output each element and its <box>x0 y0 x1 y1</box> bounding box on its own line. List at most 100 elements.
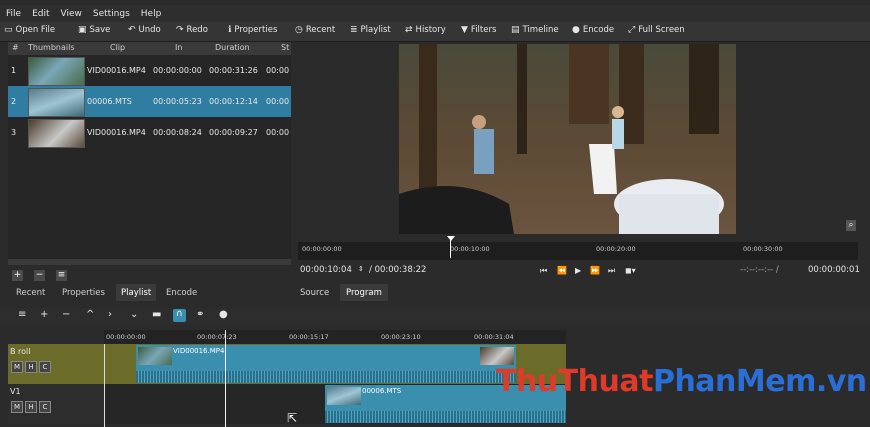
timecode-field[interactable]: 00:00:10:04 <box>300 265 352 275</box>
clip-thumbnail <box>28 88 85 117</box>
timeline-playhead[interactable] <box>225 330 226 427</box>
clip-thumbnail <box>480 347 514 365</box>
playhead-marker-icon <box>447 236 455 241</box>
track-head-b-roll[interactable]: B roll M H C <box>8 344 105 384</box>
col-num[interactable]: # <box>12 43 19 52</box>
tab-program[interactable]: Program <box>346 288 382 298</box>
overwrite-icon[interactable]: › <box>108 309 112 320</box>
save-button[interactable]: ▣ Save <box>78 25 110 35</box>
composite-button[interactable]: C <box>39 401 51 413</box>
clip-start: 00:00 <box>266 97 290 106</box>
hide-button[interactable]: H <box>25 361 37 373</box>
col-in[interactable]: In <box>175 43 182 52</box>
history-button[interactable]: ⇄ History <box>405 25 446 35</box>
tab-playlist[interactable]: Playlist <box>121 288 151 298</box>
menu-edit[interactable]: Edit <box>26 5 54 19</box>
filter-icon: ▼ <box>461 25 468 35</box>
track-name: V1 <box>10 387 21 396</box>
player-ruler[interactable]: 00:00:00:00 00:00:10:00 00:00:20:00 00:0… <box>298 236 858 260</box>
properties-button[interactable]: ℹ Properties <box>228 25 277 35</box>
timeline-menu-icon[interactable]: ≡ <box>18 309 26 320</box>
menu-view[interactable]: View <box>55 5 87 19</box>
timecode-spin-icon[interactable]: ⇕ <box>358 265 364 273</box>
ripple-icon[interactable]: ⚭ <box>196 309 204 320</box>
snap-icon: ∩ <box>176 309 183 319</box>
watermark-part3: .vn <box>815 364 867 399</box>
out-point-field[interactable]: 00:00:00:01 <box>808 265 860 275</box>
hide-button[interactable]: H <box>25 401 37 413</box>
split-icon[interactable]: ⌄ <box>130 309 138 320</box>
table-row[interactable]: 3 VID00016.MP4 00:00:08:24 00:00:09:27 0… <box>8 117 291 148</box>
table-row[interactable]: 1 VID00016.MP4 00:00:00:00 00:00:31:26 0… <box>8 55 291 86</box>
playlist-button[interactable]: ≣ Playlist <box>350 25 391 35</box>
tab-recent[interactable]: Recent <box>16 288 45 298</box>
rewind-icon[interactable]: ⏪ <box>557 266 567 275</box>
menu-help[interactable]: Help <box>135 5 167 19</box>
zoom-button[interactable]: ⌕ <box>846 220 856 231</box>
filters-label: Filters <box>470 25 497 35</box>
col-clip[interactable]: Clip <box>110 43 125 52</box>
history-icon: ⇄ <box>405 25 413 35</box>
skip-start-icon[interactable]: ⏮ <box>540 266 547 276</box>
playlist-scrollbar[interactable] <box>8 259 291 265</box>
add-clip-button[interactable]: + <box>12 270 23 281</box>
volume-icon[interactable]: ◼▾ <box>625 266 636 275</box>
ruler-label: 00:00:10:00 <box>450 245 490 253</box>
menu-file[interactable]: File <box>0 5 26 19</box>
filters-button[interactable]: ▼ Filters <box>461 25 496 35</box>
track-head-v1[interactable]: V1 M H C <box>8 384 105 424</box>
row-number: 2 <box>11 97 17 106</box>
save-icon: ▣ <box>78 25 87 35</box>
col-start[interactable]: St <box>281 43 289 52</box>
tab-source[interactable]: Source <box>300 288 329 298</box>
remove-clip-button[interactable]: − <box>34 270 45 281</box>
table-row[interactable]: 2 00006.MTS 00:00:05:23 00:00:12:14 00:0… <box>8 86 291 117</box>
ruler-label: 00:00:00:00 <box>302 245 342 253</box>
redo-button[interactable]: ↷ Redo <box>176 25 208 35</box>
fullscreen-button[interactable]: ⤢ Full Screen <box>628 25 685 35</box>
in-point-field[interactable]: --:--:--:-- / <box>740 265 779 275</box>
clip-start: 00:00 <box>266 66 290 75</box>
remove-icon[interactable]: − <box>62 309 70 320</box>
menu-settings[interactable]: Settings <box>87 5 135 19</box>
player-playhead[interactable] <box>450 238 451 258</box>
watermark-part1: ThuThuat <box>496 364 653 399</box>
fullscreen-label: Full Screen <box>638 25 685 35</box>
play-icon[interactable]: ▶ <box>575 266 581 275</box>
col-duration[interactable]: Duration <box>215 43 250 52</box>
list-icon: ≣ <box>350 25 358 35</box>
encode-button[interactable]: ● Encode <box>572 25 614 35</box>
tab-properties[interactable]: Properties <box>62 288 105 298</box>
undo-icon: ↶ <box>128 25 136 35</box>
skip-end-icon[interactable]: ⏭ <box>608 266 615 276</box>
composite-button[interactable]: C <box>39 361 51 373</box>
recent-button[interactable]: ◷ Recent <box>295 25 335 35</box>
lift-icon[interactable]: ^ <box>86 309 94 320</box>
clip-thumbnail <box>28 57 85 86</box>
fullscreen-icon: ⤢ <box>628 25 636 35</box>
clip-in: 00:00:05:23 <box>153 97 202 106</box>
playlist-menu-button[interactable]: ≡ <box>56 270 67 281</box>
mute-button[interactable]: M <box>11 401 23 413</box>
zoom-fit-icon[interactable]: ▬ <box>152 309 161 320</box>
append-icon[interactable]: + <box>40 309 48 320</box>
timeline-button[interactable]: ▤ Timeline <box>511 25 559 35</box>
clip-name: VID00016.MP4 <box>87 66 146 75</box>
scrub-icon[interactable]: ● <box>219 309 228 320</box>
undo-label: Undo <box>138 25 161 35</box>
fast-forward-icon[interactable]: ⏩ <box>590 266 600 275</box>
col-thumbnails[interactable]: Thumbnails <box>28 43 74 52</box>
video-viewer[interactable] <box>399 44 736 234</box>
tl-ruler-label: 00:00:07:23 <box>197 333 237 341</box>
tab-encode[interactable]: Encode <box>166 288 197 298</box>
clip-thumbnail <box>28 119 85 148</box>
undo-button[interactable]: ↶ Undo <box>128 25 161 35</box>
save-label: Save <box>89 25 111 35</box>
watermark: ThuThuatPhanMem.vn <box>496 364 867 399</box>
tl-ruler-label: 00:00:15:17 <box>289 333 329 341</box>
open-file-button[interactable]: ▭ Open File <box>4 25 55 35</box>
watermark-part2: PhanMem <box>652 364 816 399</box>
timeline-clip-b-roll[interactable]: VID00016.MP4 <box>136 345 516 383</box>
clip-name: 00006.MTS <box>87 97 132 106</box>
mute-button[interactable]: M <box>11 361 23 373</box>
